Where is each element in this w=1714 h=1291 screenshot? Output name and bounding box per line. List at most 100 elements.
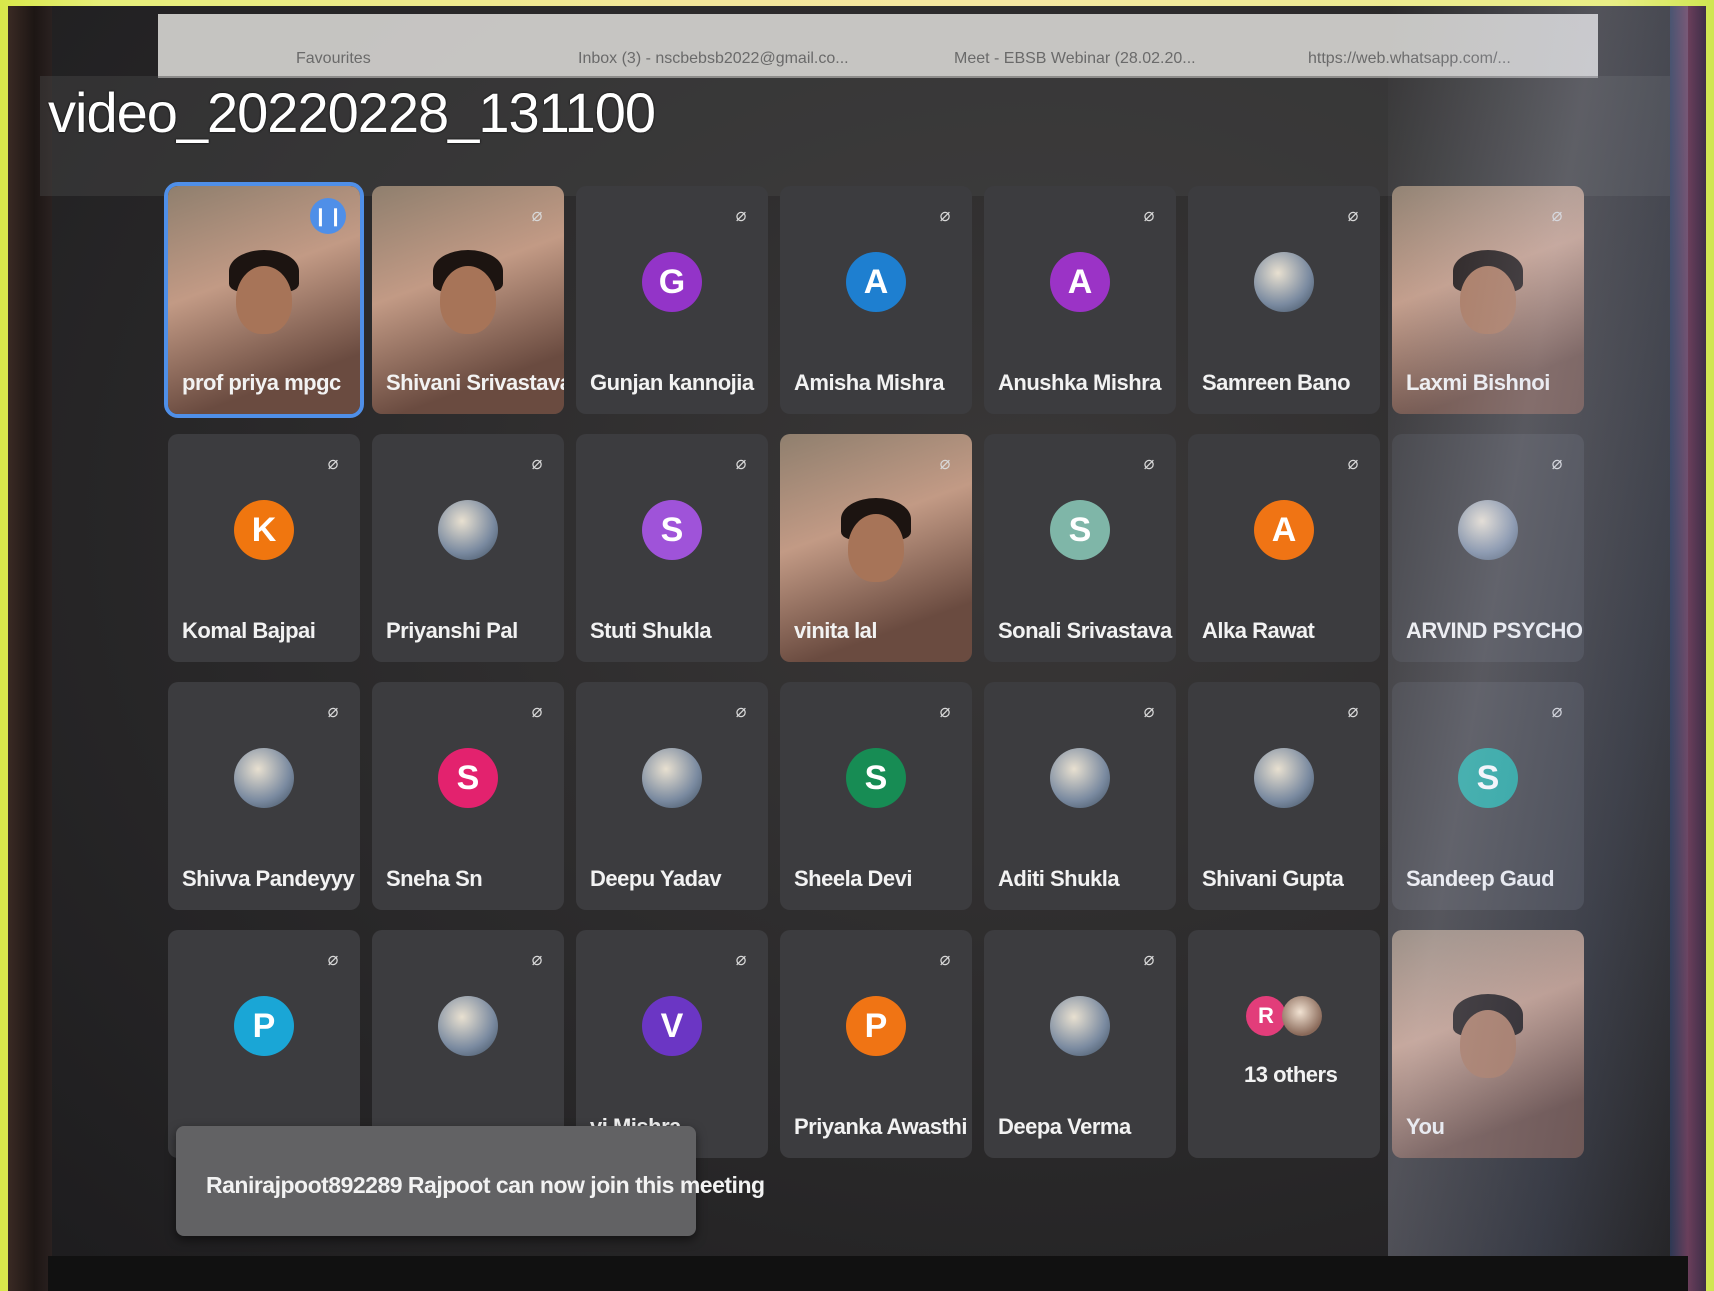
participant-name: Priyanka Awasthi <box>794 1114 967 1139</box>
participant-name: You <box>1406 1114 1445 1139</box>
participant-name: Sonali Srivastava <box>998 618 1172 643</box>
mic-off-icon: ⌀ <box>1347 453 1359 473</box>
background-right <box>1670 6 1706 1291</box>
participant-name: Sandeep Gaud <box>1406 866 1555 891</box>
participant-name: Shivani Srivastava <box>386 370 564 395</box>
participant-tile[interactable]: ❙❙ prof priya mpgc <box>164 182 364 418</box>
participant-tile[interactable]: ⌀ Shivani Gupta <box>1188 682 1380 910</box>
avatar-image <box>1282 996 1322 1036</box>
mic-off-icon: ⌀ <box>531 453 543 473</box>
participant-name: Shivani Gupta <box>1202 866 1344 891</box>
avatar-image <box>1458 500 1518 560</box>
avatar-initial: S <box>438 748 498 808</box>
bookmark-meet[interactable]: Meet - EBSB Webinar (28.02.20... <box>954 50 1196 68</box>
person-face <box>848 514 904 582</box>
avatar-image <box>1050 996 1110 1056</box>
participant-tile[interactable]: P ⌀ <box>168 930 360 1158</box>
participant-tile[interactable]: S ⌀ Sheela Devi <box>780 682 972 910</box>
participant-tile[interactable]: ⌀ Shivva Pandeyyy <box>168 682 360 910</box>
avatar-image <box>1254 748 1314 808</box>
participant-name: Priyanshi Pal <box>386 618 518 643</box>
mic-off-icon: ⌀ <box>1347 205 1359 225</box>
browser-bookmarks-bar <box>158 14 1598 78</box>
avatar-image <box>642 748 702 808</box>
avatar-image <box>1254 252 1314 312</box>
participant-tile[interactable]: S ⌀ Sonali Srivastava <box>984 434 1176 662</box>
avatar-image <box>234 748 294 808</box>
participant-name: 13 others <box>1244 1062 1338 1087</box>
avatar-initial: K <box>234 500 294 560</box>
participant-tile[interactable]: ⌀ Priyanshi Pal <box>372 434 564 662</box>
participant-name: ARVIND PSYCHO... <box>1406 618 1584 643</box>
participant-tile[interactable]: K ⌀ Komal Bajpai <box>168 434 360 662</box>
avatar-initial: P <box>846 996 906 1056</box>
participant-tile[interactable]: S ⌀ Sandeep Gaud <box>1392 682 1584 910</box>
mic-off-icon: ⌀ <box>531 205 543 225</box>
participant-tile[interactable]: V⌀vi Mishra <box>576 930 768 1158</box>
mic-off-icon: ⌀ <box>939 453 951 473</box>
mic-off-icon: ⌀ <box>1551 701 1563 721</box>
avatar-image <box>438 996 498 1056</box>
participant-tile[interactable]: A ⌀ Alka Rawat <box>1188 434 1380 662</box>
mic-off-icon: ⌀ <box>327 701 339 721</box>
participant-tile[interactable]: ⌀ vinita lal <box>780 434 972 662</box>
participant-tile[interactable]: G ⌀ Gunjan kannojia <box>576 186 768 414</box>
participant-tile[interactable]: ⌀ <box>372 930 564 1158</box>
mic-off-icon: ⌀ <box>327 453 339 473</box>
participant-tile[interactable]: ⌀ ARVIND PSYCHO... <box>1392 434 1584 662</box>
participant-tile[interactable]: A ⌀ Anushka Mishra <box>984 186 1176 414</box>
bookmark-whatsapp[interactable]: https://web.whatsapp.com/... <box>1308 50 1511 68</box>
participant-tile[interactable]: ⌀ Laxmi Bishnoi <box>1392 186 1584 414</box>
avatar-initial: A <box>1050 252 1110 312</box>
participant-tile[interactable]: S ⌀ Sneha Sn <box>372 682 564 910</box>
person-face <box>440 266 496 334</box>
participant-tile[interactable]: ⌀ Aditi Shukla <box>984 682 1176 910</box>
participant-tile[interactable]: S ⌀ Stuti Shukla <box>576 434 768 662</box>
participant-name: Shivva Pandeyyy <box>182 866 355 891</box>
avatar-image <box>1050 748 1110 808</box>
bookmark-gmail-inbox[interactable]: Inbox (3) - nscbebsb2022@gmail.co... <box>578 50 849 68</box>
mic-off-icon: ⌀ <box>939 205 951 225</box>
mic-off-icon: ⌀ <box>1143 453 1155 473</box>
avatar-initial: S <box>846 748 906 808</box>
participant-tile[interactable]: R 13 others <box>1188 930 1380 1158</box>
participant-tile[interactable]: A ⌀ Amisha Mishra <box>780 186 972 414</box>
avatar-initial: V <box>642 996 702 1056</box>
participant-name: Samreen Bano <box>1202 370 1351 395</box>
participant-tile[interactable]: ⌀ Deepa Verma <box>984 930 1176 1158</box>
participant-name: Stuti Shukla <box>590 618 712 643</box>
participant-tile[interactable]: You <box>1392 930 1584 1158</box>
participant-tile[interactable]: ⌀ Shivani Srivastava <box>372 186 564 414</box>
speaking-indicator-icon: ❙❙ <box>310 198 346 234</box>
mic-off-icon: ⌀ <box>1143 701 1155 721</box>
participant-name: Sheela Devi <box>794 866 913 891</box>
mic-off-icon: ⌀ <box>531 949 543 969</box>
mic-off-icon: ⌀ <box>939 701 951 721</box>
mic-off-icon: ⌀ <box>1347 701 1359 721</box>
mic-off-icon: ⌀ <box>939 949 951 969</box>
photo-of-screen: Favourites Inbox (3) - nscbebsb2022@gmai… <box>8 6 1706 1291</box>
mic-off-icon: ⌀ <box>735 205 747 225</box>
participant-name: Deepa Verma <box>998 1114 1131 1139</box>
bookmark-favourites[interactable]: Favourites <box>296 50 371 68</box>
join-notification-text: Ranirajpoot892289 Rajpoot can now join t… <box>206 1172 765 1198</box>
participant-name: Gunjan kannojia <box>590 370 754 395</box>
monitor-bezel-left <box>8 6 52 1291</box>
participant-name: Komal Bajpai <box>182 618 316 643</box>
participant-name: Laxmi Bishnoi <box>1406 370 1550 395</box>
mic-off-icon: ⌀ <box>531 701 543 721</box>
participant-name: Anushka Mishra <box>998 370 1161 395</box>
participant-tile[interactable]: P ⌀ Priyanka Awasthi <box>780 930 972 1158</box>
participant-grid: ❙❙ prof priya mpgc ⌀ Shivani Srivastava G ⌀ Gu… <box>164 182 1648 1266</box>
others-avatars: R <box>1246 996 1326 1046</box>
participant-name: vinita lal <box>794 618 878 643</box>
mic-off-icon: ⌀ <box>1551 453 1563 473</box>
mic-off-icon: ⌀ <box>735 453 747 473</box>
person-face <box>1460 266 1516 334</box>
participant-tile[interactable]: ⌀ Samreen Bano <box>1188 186 1380 414</box>
person-face <box>1460 1010 1516 1078</box>
mic-off-icon: ⌀ <box>735 949 747 969</box>
participant-tile[interactable]: ⌀ Deepu Yadav <box>576 682 768 910</box>
avatar-initial: A <box>846 252 906 312</box>
mic-off-icon: ⌀ <box>327 949 339 969</box>
